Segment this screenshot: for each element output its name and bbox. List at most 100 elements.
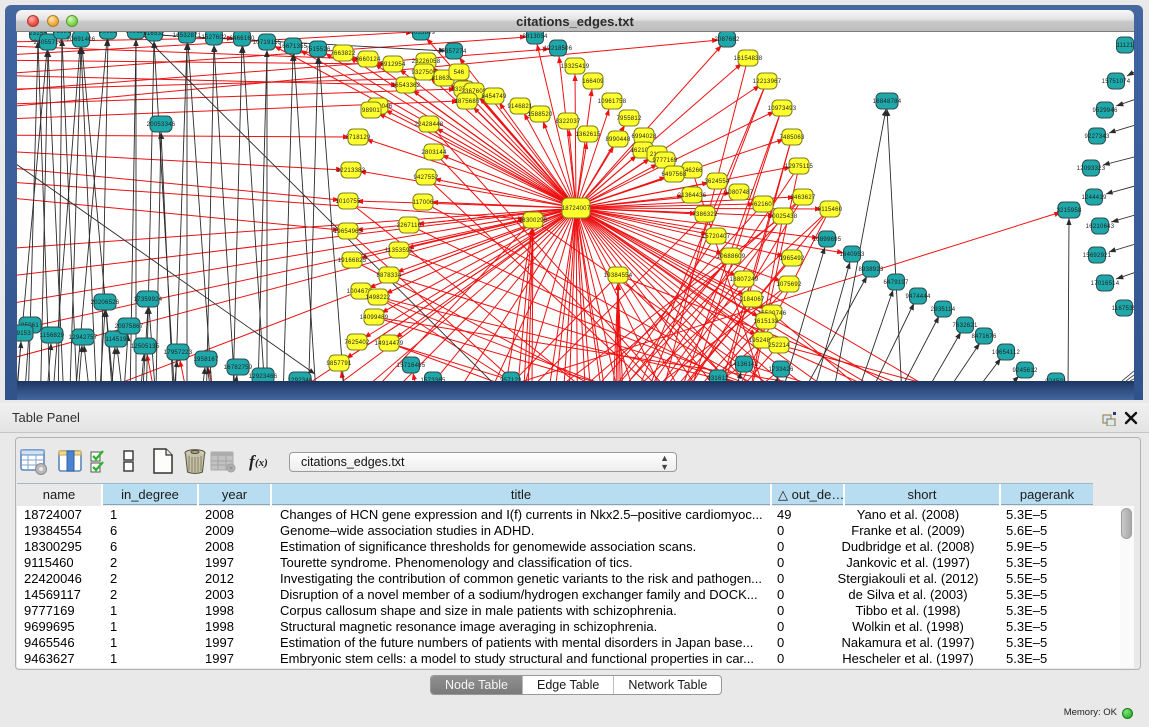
svg-text:20975867: 20975867 [115, 324, 144, 330]
svg-text:1244419: 1244419 [1081, 195, 1107, 201]
svg-text:6466160: 6466160 [229, 36, 255, 42]
svg-text:12093323: 12093323 [1077, 166, 1106, 172]
svg-text:16543362: 16543362 [392, 83, 421, 89]
svg-text:8878334: 8878334 [376, 273, 402, 279]
svg-text:8471676: 8471676 [971, 334, 997, 340]
svg-text:7515526: 7515526 [305, 47, 331, 53]
svg-text:7357274: 7357274 [441, 49, 467, 55]
svg-text:98901: 98901 [362, 108, 380, 114]
svg-text:252214: 252214 [768, 343, 790, 349]
svg-text:1733426: 1733426 [768, 367, 794, 373]
svg-text:7955812: 7955812 [616, 116, 642, 122]
svg-text:10899695: 10899695 [813, 237, 842, 243]
svg-text:16154838: 16154838 [734, 56, 763, 62]
svg-text:1362615: 1362615 [575, 132, 601, 138]
svg-text:1156829: 1156829 [40, 333, 65, 339]
svg-text:9857791: 9857791 [326, 361, 352, 367]
svg-text:2718129: 2718129 [345, 135, 371, 141]
svg-text:1498222: 1498222 [365, 295, 391, 301]
svg-text:15692921: 15692921 [1083, 253, 1112, 259]
svg-text:19218506: 19218506 [544, 46, 573, 52]
svg-text:12975115: 12975115 [785, 164, 814, 170]
svg-text:9529946: 9529946 [1092, 108, 1118, 114]
svg-text:39153: 39153 [17, 331, 31, 337]
svg-text:16210643: 16210643 [1086, 224, 1115, 230]
svg-text:19654963: 19654963 [334, 229, 363, 235]
svg-text:10807487: 10807487 [725, 190, 754, 196]
svg-text:3267110: 3267110 [397, 223, 422, 229]
svg-text:9474444: 9474444 [905, 294, 931, 300]
svg-text:12505135: 12505135 [131, 344, 160, 350]
svg-text:8454749: 8454749 [481, 94, 507, 100]
svg-text:10719155: 10719155 [253, 40, 282, 46]
svg-text:9184067: 9184067 [739, 297, 765, 303]
svg-text:2935114: 2935114 [931, 307, 956, 313]
svg-text:1167535: 1167535 [1112, 306, 1134, 312]
svg-text:8813054: 8813054 [522, 34, 548, 40]
svg-text:21364436: 21364436 [678, 193, 707, 199]
svg-text:1527602: 1527602 [201, 35, 227, 41]
svg-text:62160: 62160 [754, 202, 772, 208]
svg-text:12213383: 12213383 [337, 168, 366, 174]
svg-text:9427552: 9427552 [413, 175, 439, 181]
svg-text:9115460: 9115460 [818, 207, 843, 213]
svg-text:13325419: 13325419 [561, 64, 590, 70]
svg-text:1640953: 1640953 [839, 252, 865, 258]
svg-text:1075692: 1075692 [776, 282, 802, 288]
svg-text:16532871: 16532871 [173, 33, 202, 39]
svg-text:20691406: 20691406 [67, 37, 96, 43]
svg-text:14099489: 14099489 [360, 315, 389, 321]
svg-text:166409: 166409 [582, 79, 604, 85]
svg-text:10025438: 10025438 [769, 214, 798, 220]
svg-text:73991: 73991 [53, 32, 71, 35]
svg-text:7632621: 7632621 [952, 323, 978, 329]
svg-text:8990448: 8990448 [605, 137, 631, 143]
svg-text:24055714: 24055714 [34, 40, 63, 46]
svg-text:6479197: 6479197 [883, 280, 909, 286]
svg-text:546: 546 [454, 70, 465, 76]
svg-text:11353594: 11353594 [385, 248, 414, 254]
svg-text:1615132: 1615132 [753, 319, 779, 325]
svg-text:16671355: 16671355 [279, 44, 308, 50]
svg-text:1875685: 1875685 [454, 99, 480, 105]
svg-text:15716485: 15716485 [397, 363, 426, 369]
svg-text:18807249: 18807249 [730, 277, 759, 283]
svg-text:20932: 20932 [99, 32, 117, 35]
svg-text:3624554: 3624554 [704, 179, 730, 185]
svg-text:1010755: 1010755 [335, 199, 361, 205]
svg-text:10654112: 10654112 [992, 350, 1021, 356]
svg-text:20206526: 20206526 [91, 300, 120, 306]
svg-text:17957223: 17957223 [164, 350, 193, 356]
svg-text:8912954: 8912954 [380, 62, 406, 68]
svg-text:8660124: 8660124 [355, 57, 381, 63]
svg-text:1588520: 1588520 [527, 112, 553, 118]
svg-text:2803144: 2803144 [421, 150, 447, 156]
svg-text:6994028: 6994028 [631, 134, 657, 140]
svg-text:22428448: 22428448 [415, 122, 444, 128]
svg-text:11121: 11121 [1116, 43, 1133, 49]
svg-text:7625402: 7625402 [344, 340, 370, 346]
svg-text:10961758: 10961758 [598, 99, 627, 105]
svg-text:7663822: 7663822 [330, 51, 356, 57]
svg-text:9463627: 9463627 [790, 195, 816, 201]
svg-text:8322037: 8322037 [555, 119, 581, 125]
svg-text:10688609: 10688609 [717, 254, 746, 260]
svg-text:7485063: 7485063 [779, 135, 805, 141]
svg-text:16033809: 16033809 [407, 32, 436, 36]
svg-text:9777169: 9777169 [652, 158, 678, 164]
svg-text:(x): (x) [255, 457, 268, 469]
svg-text:2087682: 2087682 [714, 37, 740, 43]
svg-text:20053346: 20053346 [147, 122, 176, 128]
svg-text:16782759: 16782759 [224, 365, 253, 371]
svg-text:18300295: 18300295 [519, 218, 548, 224]
svg-text:19384554: 19384554 [604, 273, 633, 279]
svg-text:8938923: 8938923 [858, 267, 884, 273]
svg-text:117006: 117006 [412, 200, 433, 206]
svg-text:7386322: 7386322 [692, 212, 718, 218]
svg-text:15720407: 15720407 [702, 234, 731, 240]
svg-text:18724007: 18724007 [562, 206, 591, 212]
svg-text:14914479: 14914479 [375, 341, 404, 347]
svg-text:14136141: 14136141 [730, 362, 759, 368]
svg-text:17016514: 17016514 [1091, 281, 1120, 287]
svg-text:17359924: 17359924 [134, 297, 163, 303]
